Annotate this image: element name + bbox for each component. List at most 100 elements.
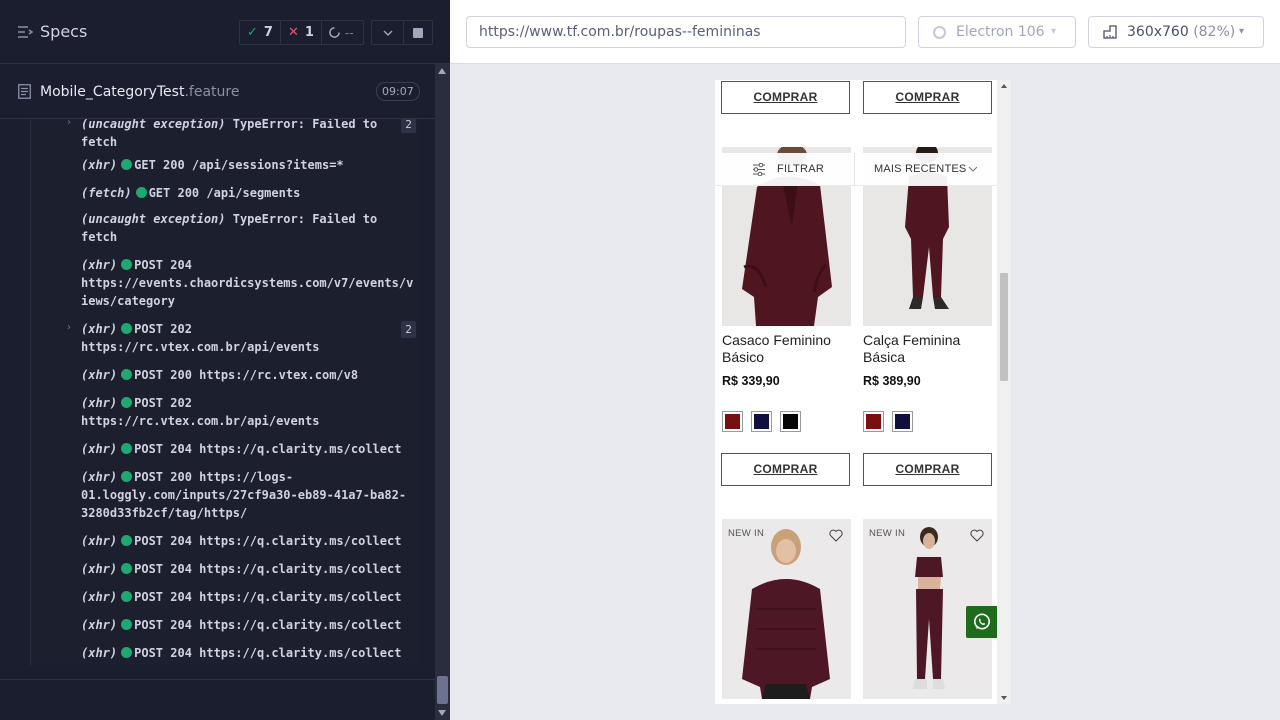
command-message: POST 204 https://q.clarity.ms/collect <box>134 442 402 456</box>
buy-button[interactable]: COMPRAR <box>721 81 850 114</box>
status-dot-icon <box>121 443 133 454</box>
command-message: GET 200 /api/sessions?items=* <box>134 158 344 172</box>
command-log-entry[interactable]: (xhr) POST 204 https://q.clarity.ms/colle… <box>81 616 420 634</box>
filter-button[interactable]: FILTRAR <box>715 153 855 186</box>
test-stats: ✓ 7 ✕ 1 -- <box>239 20 364 45</box>
viewport-selector[interactable]: 360x760 (82%) ▾ <box>1088 16 1264 48</box>
command-message: POST 204 https://q.clarity.ms/collect <box>134 646 402 660</box>
pending-stat: -- <box>320 21 361 44</box>
buy-button[interactable]: COMPRAR <box>721 453 850 486</box>
command-log-entry[interactable]: (xhr) POST 202 https://rc.vtex.com.br/api/… <box>81 394 420 430</box>
spec-file-name: Mobile_CategoryTest.feature <box>40 84 239 100</box>
buy-button[interactable]: COMPRAR <box>863 453 992 486</box>
product-image[interactable]: NEW IN <box>722 519 851 699</box>
product-name[interactable]: Casaco Feminino Básico <box>722 332 857 366</box>
scroll-down-arrow-icon[interactable] <box>438 710 446 716</box>
command-message: POST 202 <box>134 396 192 410</box>
status-dot-icon <box>121 323 133 334</box>
spinner-icon <box>329 27 340 38</box>
browser-selector[interactable]: Electron 106 ▾ <box>918 16 1076 48</box>
scroll-thumb[interactable] <box>437 676 448 704</box>
command-type: (xhr) <box>81 442 118 456</box>
buy-button[interactable]: COMPRAR <box>863 81 992 114</box>
command-log-entry[interactable]: (xhr) POST 204 https://q.clarity.ms/colle… <box>81 440 420 458</box>
product-price: R$ 339,90 <box>722 374 780 388</box>
page-scrollbar[interactable] <box>997 80 1011 704</box>
command-message-line: https://events.chaordicsystems.com/v7/ev… <box>81 276 414 290</box>
run-options-dropdown[interactable] <box>371 20 403 45</box>
command-type: (fetch) <box>81 186 132 200</box>
browser-icon <box>933 26 946 39</box>
scroll-up-arrow-icon[interactable] <box>438 68 446 74</box>
color-swatch[interactable] <box>722 411 743 432</box>
expand-caret-icon[interactable]: › <box>67 322 71 333</box>
command-log-entry[interactable]: (xhr) POST 200 https://logs- 01.loggly.com… <box>81 468 420 522</box>
command-log-entry[interactable]: (uncaught exception) TypeError: Failed t… <box>81 119 420 151</box>
command-log-entry[interactable]: (xhr) POST 204 https://q.clarity.ms/colle… <box>81 532 420 550</box>
status-dot-icon <box>121 159 133 170</box>
command-log-entry[interactable]: (xhr) POST 202 https://rc.vtex.com.br/api/… <box>81 320 420 356</box>
scroll-up-arrow-icon[interactable] <box>1001 84 1007 88</box>
specs-menu-icon[interactable] <box>17 24 33 40</box>
spec-duration-badge: 09:07 <box>376 82 420 101</box>
product-name[interactable]: Calça Feminina Básica <box>863 332 998 366</box>
command-log-entry[interactable]: (fetch) GET 200 /api/segments <box>81 184 420 202</box>
command-log-entry[interactable]: (xhr) POST 204 https://q.clarity.ms/colle… <box>81 588 420 606</box>
swatch-fill <box>895 414 910 429</box>
color-swatch[interactable] <box>863 411 884 432</box>
command-type: (xhr) <box>81 562 118 576</box>
command-message: TypeError: Failed to <box>232 119 378 131</box>
command-log-entry[interactable]: (xhr) POST 204 https://q.clarity.ms/colle… <box>81 644 420 662</box>
status-dot-icon <box>121 591 133 602</box>
command-type: (uncaught exception) <box>81 212 226 226</box>
command-message-line: iews/category <box>81 294 175 308</box>
url-bar[interactable]: https://www.tf.com.br/roupas--femininas <box>466 16 906 48</box>
command-type: (xhr) <box>81 258 118 272</box>
command-log-entry[interactable]: (xhr) GET 200 /api/sessions?items=* <box>81 156 420 174</box>
heart-icon[interactable] <box>970 529 984 542</box>
command-type: (xhr) <box>81 534 118 548</box>
command-type: (xhr) <box>81 158 118 172</box>
browser-name: Electron 106 <box>956 24 1045 40</box>
command-type: (xhr) <box>81 396 118 410</box>
sort-dropdown[interactable]: MAIS RECENTES <box>856 153 997 186</box>
spec-file-row[interactable]: Mobile_CategoryTest.feature 09:07 <box>0 64 435 119</box>
command-log-entry[interactable]: (uncaught exception) TypeError: Failed t… <box>81 210 420 246</box>
document-icon <box>18 84 31 99</box>
command-count-badge: 2 <box>401 119 416 133</box>
filter-sliders-icon <box>753 163 765 176</box>
chevron-down-icon <box>968 166 978 172</box>
command-message-line: fetch <box>81 230 118 244</box>
specs-title[interactable]: Specs <box>40 22 87 41</box>
color-swatch[interactable] <box>751 411 772 432</box>
viewport-zoom: (82%) <box>1193 24 1236 40</box>
command-message: POST 204 https://q.clarity.ms/collect <box>134 590 402 604</box>
heart-icon[interactable] <box>829 529 843 542</box>
command-message: TypeError: Failed to <box>232 212 378 226</box>
status-dot-icon <box>121 259 133 270</box>
expand-caret-icon[interactable]: › <box>67 119 71 128</box>
command-log-entry[interactable]: (xhr) POST 204 https://events.chaordicsyst… <box>81 256 420 310</box>
command-log-entry[interactable]: (xhr) POST 204 https://q.clarity.ms/colle… <box>81 560 420 578</box>
command-count-badge: 2 <box>401 321 416 338</box>
command-message-line: fetch <box>81 135 118 149</box>
status-dot-icon <box>121 563 133 574</box>
scroll-down-arrow-icon[interactable] <box>1001 696 1007 700</box>
status-dot-icon <box>121 647 133 658</box>
command-message-line: https://rc.vtex.com.br/api/events <box>81 414 320 428</box>
scroll-thumb[interactable] <box>1000 273 1008 381</box>
check-icon: ✓ <box>247 25 258 40</box>
command-log-entry[interactable]: (xhr) POST 200 https://rc.vtex.com/v8 <box>81 366 420 384</box>
reporter-scrollbar[interactable] <box>435 64 450 720</box>
color-swatch[interactable] <box>892 411 913 432</box>
command-type: (xhr) <box>81 618 118 632</box>
swatch-fill <box>866 414 881 429</box>
x-icon: ✕ <box>287 25 299 40</box>
aut-viewport: COMPRAR COMPRAR FILTRAR MAIS RECENTES Ca… <box>715 80 1011 704</box>
whatsapp-button[interactable] <box>966 606 998 638</box>
stop-button[interactable] <box>403 20 433 45</box>
command-message: POST 204 <box>134 258 192 272</box>
color-swatch[interactable] <box>780 411 801 432</box>
reporter-footer-divider <box>0 679 435 680</box>
reporter-panel: Specs ✓ 7 ✕ 1 -- Mobile_CategoryTest.fea… <box>0 0 450 720</box>
